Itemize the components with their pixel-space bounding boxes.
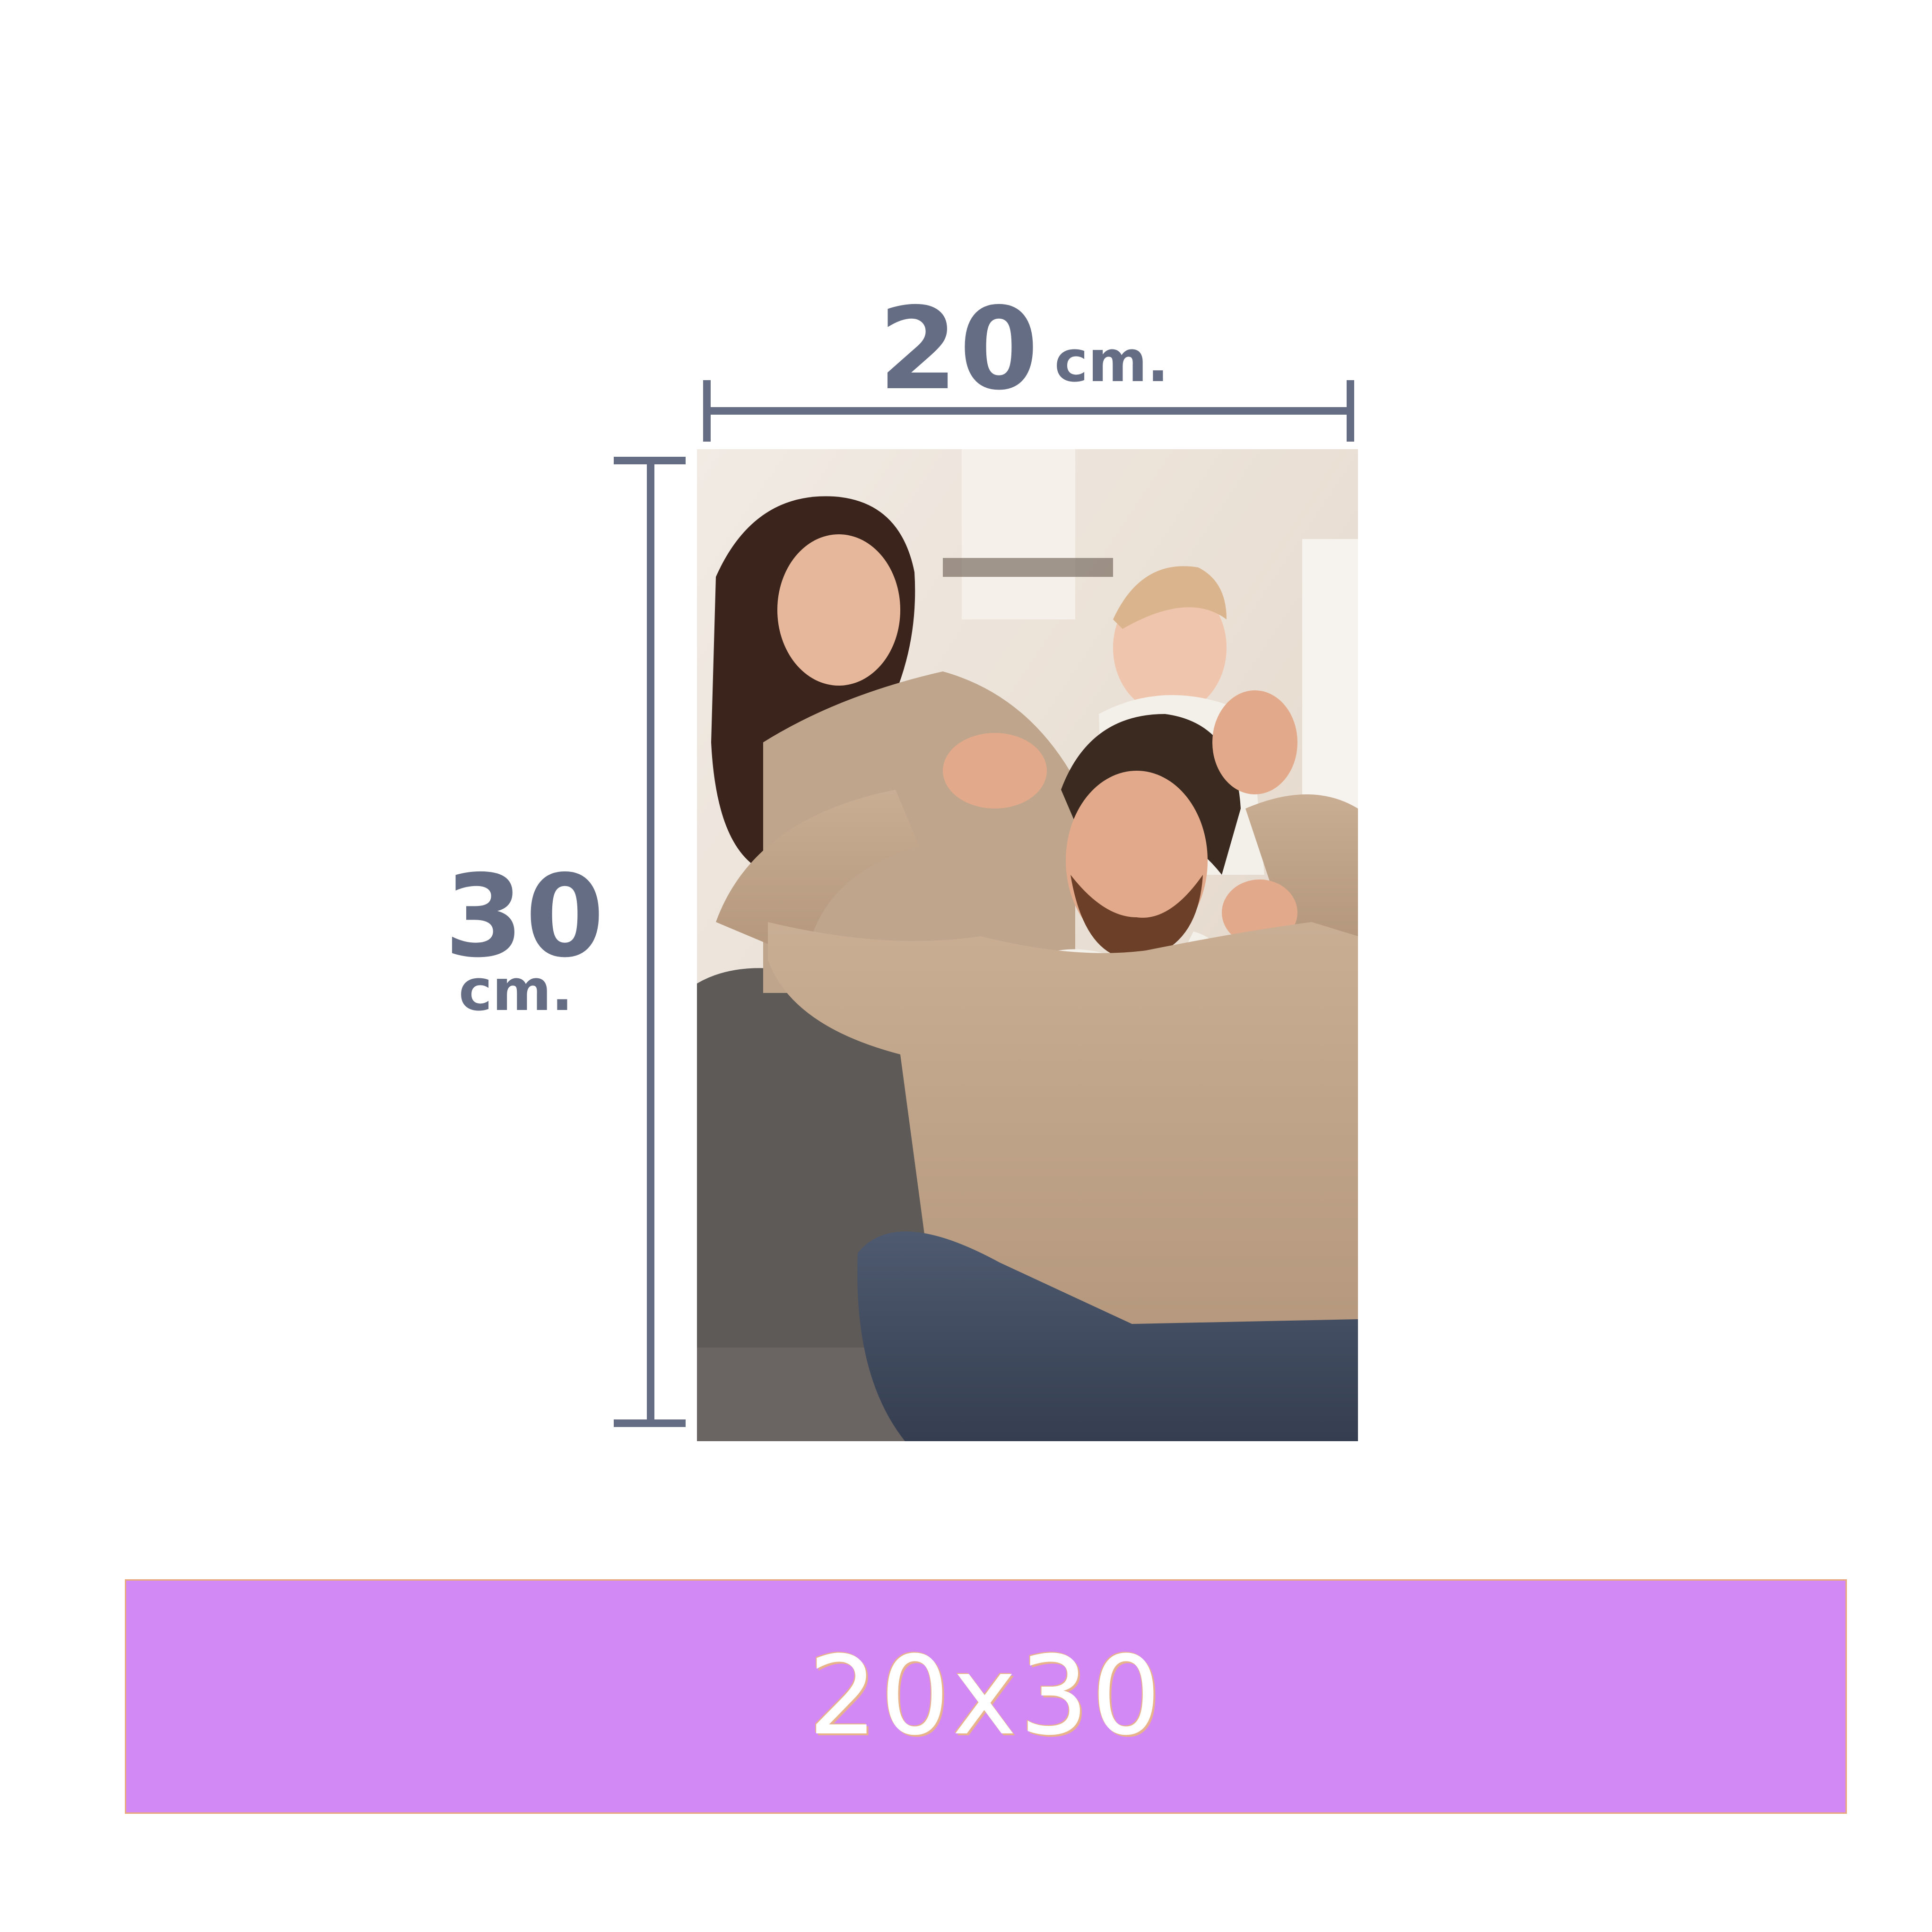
size-banner: 20x30 [125,1579,1847,1814]
width-unit: cm. [1054,329,1169,395]
width-marker-right-cap [1347,380,1354,442]
height-marker-bottom-cap [614,1419,686,1427]
size-label: 20x30 [808,1633,1164,1759]
height-value: 30 [444,850,606,983]
height-marker-line [647,457,654,1427]
family-photo [697,449,1358,1441]
width-value: 20 [879,283,1040,415]
height-unit: cm. [459,958,573,1024]
